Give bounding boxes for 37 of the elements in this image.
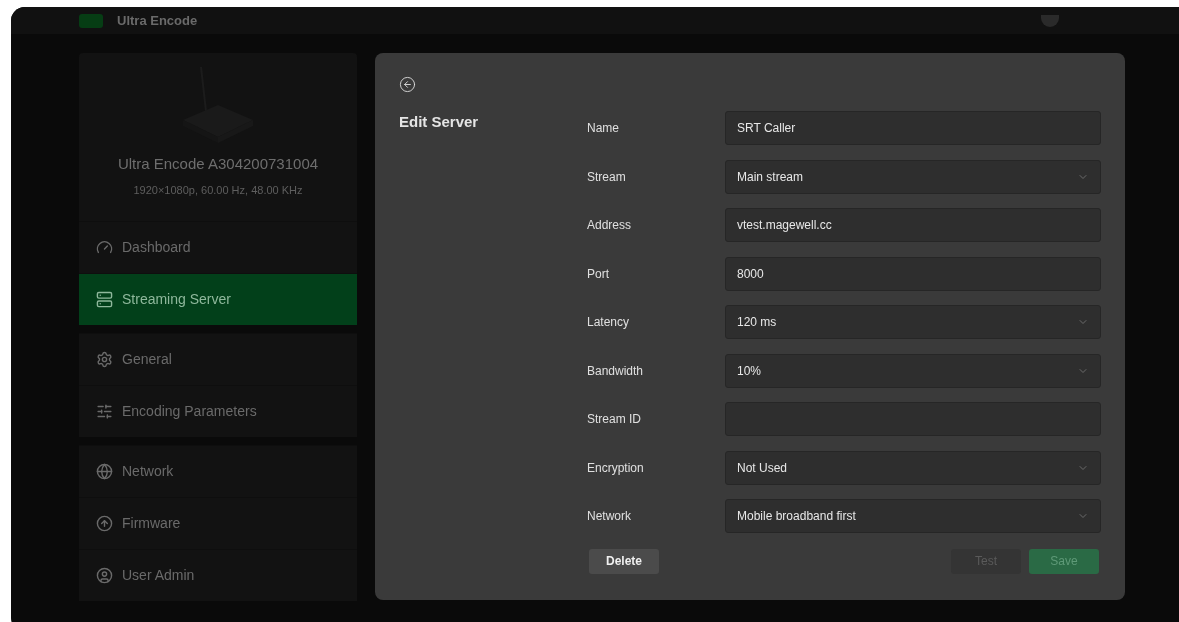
select-field[interactable]: 120 ms	[725, 305, 1101, 339]
select-field[interactable]: Main stream	[725, 159, 1101, 194]
device-name: Ultra Encode A304200731004	[117, 154, 319, 174]
nav-item[interactable]: Encoding Parameters	[79, 385, 357, 437]
app-title: Ultra Encode	[117, 11, 198, 30]
nav-icon	[96, 567, 113, 584]
action-button[interactable]: Delete	[589, 548, 659, 574]
back-icon[interactable]	[399, 76, 416, 93]
field-label: Bandwidth	[587, 362, 645, 380]
nav-item[interactable]: Network	[79, 445, 357, 497]
select-field[interactable]: Mobile broadband first	[725, 499, 1101, 533]
input-field[interactable]: 8000	[725, 256, 1101, 291]
field-label: Port	[587, 265, 610, 283]
nav-icon	[96, 291, 113, 308]
logo-icon	[79, 13, 103, 28]
signal-info: 1920×1080p, 60.00 Hz, 48.00 KHz	[133, 182, 303, 198]
field-label: Stream	[587, 168, 627, 186]
input-field[interactable]: vtest.magewell.cc	[725, 208, 1101, 242]
field-label: Network	[587, 508, 632, 525]
field-label: Address	[587, 217, 633, 234]
field-label: Encryption	[587, 459, 645, 477]
field-label: Name	[587, 120, 620, 137]
input-field[interactable]: SRT Caller	[725, 111, 1101, 145]
nav-icon	[96, 403, 113, 420]
field-label: Latency	[587, 314, 631, 331]
dialog-title: Edit Server	[399, 112, 480, 132]
nav-icon	[96, 239, 113, 256]
avatar-icon	[1041, 14, 1059, 27]
nav-icon	[96, 463, 113, 480]
nav-item[interactable]: User Admin	[79, 549, 357, 601]
nav-item[interactable]: Streaming Server	[79, 273, 357, 325]
nav-item[interactable]: Dashboard	[79, 221, 357, 273]
select-field[interactable]: 10%	[725, 353, 1101, 388]
field-label: Stream ID	[587, 411, 642, 428]
nav-icon	[96, 351, 113, 368]
nav-icon	[96, 515, 113, 532]
select-field[interactable]: Not Used	[725, 450, 1101, 485]
